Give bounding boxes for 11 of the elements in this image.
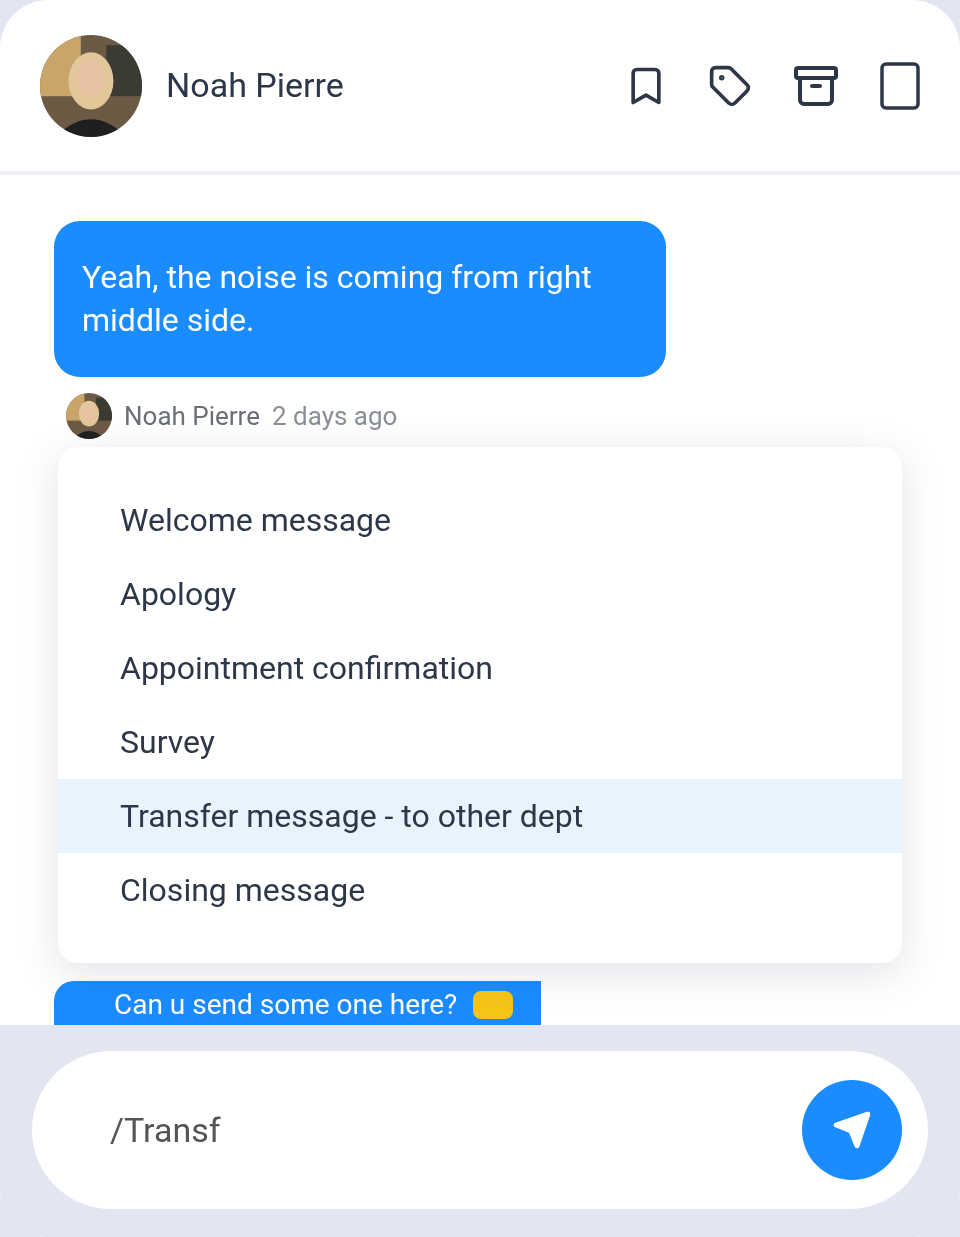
message-bubble: Can u send some one here? bbox=[54, 981, 542, 1025]
menu-item[interactable]: Transfer message - to other dept bbox=[58, 779, 902, 853]
author-name: Noah Pierre bbox=[124, 399, 260, 433]
menu-item[interactable]: Survey bbox=[58, 705, 902, 779]
menu-item[interactable]: Closing message bbox=[58, 853, 902, 927]
message-bubble: Yeah, the noise is coming from right middle side. bbox=[54, 221, 666, 377]
message-time: 2 days ago bbox=[271, 399, 398, 433]
menu-item[interactable]: Welcome message bbox=[58, 483, 902, 557]
contact-name: Noah Pierre bbox=[166, 64, 344, 107]
menu-item[interactable]: Appointment confirmation bbox=[58, 631, 902, 705]
menu-item[interactable]: Apology bbox=[58, 557, 902, 631]
